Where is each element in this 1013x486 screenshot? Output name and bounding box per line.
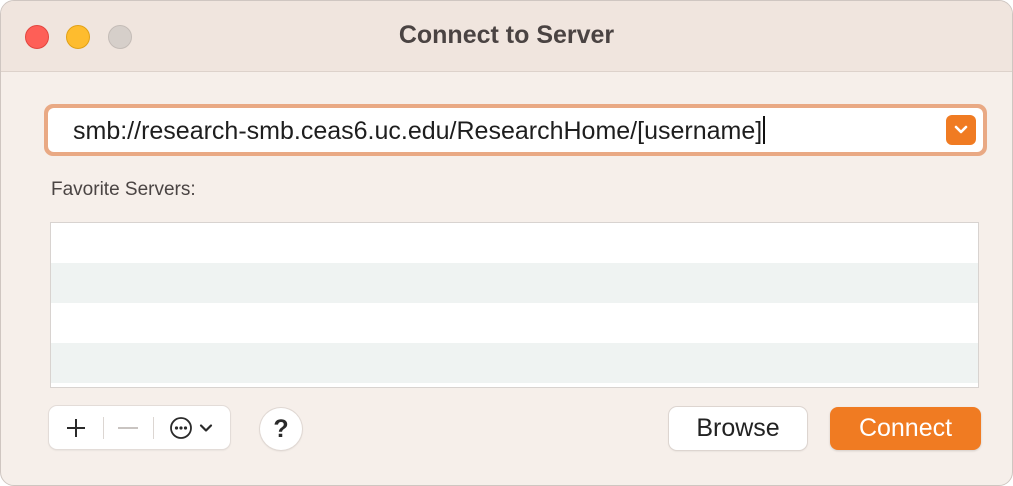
more-options-button[interactable] (157, 406, 225, 449)
server-address-field[interactable]: smb://research-smb.ceas6.uc.edu/Research… (48, 108, 983, 152)
text-caret (763, 116, 766, 144)
recent-servers-dropdown-button[interactable] (946, 115, 976, 145)
segment-divider (153, 417, 154, 439)
list-item[interactable] (51, 303, 978, 343)
browse-button[interactable]: Browse (669, 407, 807, 450)
remove-favorite-button (105, 406, 151, 449)
favorite-servers-list[interactable] (50, 222, 979, 388)
chevron-down-icon (954, 125, 968, 134)
add-favorite-button[interactable] (53, 406, 99, 449)
minus-icon (118, 426, 138, 429)
help-button[interactable]: ? (260, 408, 302, 450)
connect-to-server-window: Connect to Server smb://research-smb.cea… (0, 0, 1013, 486)
favorites-segmented-control (49, 406, 230, 449)
list-item[interactable] (51, 263, 978, 303)
favorite-servers-label: Favorite Servers: (51, 179, 196, 200)
plus-icon (67, 418, 85, 437)
ellipsis-circle-icon (170, 416, 192, 439)
title-bar: Connect to Server (1, 1, 1012, 72)
list-item[interactable] (51, 343, 978, 383)
connect-button[interactable]: Connect (830, 407, 981, 450)
chevron-down-icon (199, 423, 213, 432)
list-item[interactable] (51, 223, 978, 263)
server-address-value[interactable]: smb://research-smb.ceas6.uc.edu/Research… (73, 116, 766, 146)
segment-divider (103, 417, 104, 439)
window-title: Connect to Server (398, 21, 615, 49)
server-address-focus-ring: smb://research-smb.ceas6.uc.edu/Research… (44, 104, 987, 156)
